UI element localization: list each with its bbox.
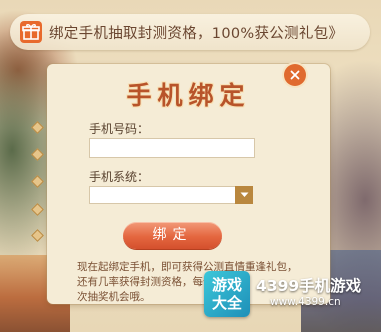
logo-line: 游戏 <box>211 276 242 294</box>
phone-number-label: 手机号码： <box>89 122 150 136</box>
watermark-url: www.4399.cn <box>270 296 341 308</box>
bind-promo-banner[interactable]: 绑定手机抽取封测资格，100%获公测礼包》 <box>10 14 370 50</box>
youxi-daquan-logo: 游戏 大全 <box>204 271 250 317</box>
notice-line: 现在起绑定手机，即可获得公测直情重逢礼包， <box>77 261 297 273</box>
close-button[interactable] <box>284 64 306 86</box>
close-icon <box>290 70 300 80</box>
bind-button[interactable]: 绑定 <box>123 222 222 249</box>
phone-number-input[interactable] <box>89 138 255 158</box>
logo-line: 大全 <box>211 294 242 312</box>
watermark-site-name: 4399手机游戏 <box>256 277 362 295</box>
phone-system-select[interactable] <box>89 186 253 204</box>
phone-system-label: 手机系统： <box>89 170 150 184</box>
select-arrow[interactable] <box>235 186 253 204</box>
gift-icon <box>20 21 42 43</box>
chevron-down-icon <box>240 192 248 197</box>
banner-text: 绑定手机抽取封测资格，100%获公测礼包》 <box>49 25 344 42</box>
